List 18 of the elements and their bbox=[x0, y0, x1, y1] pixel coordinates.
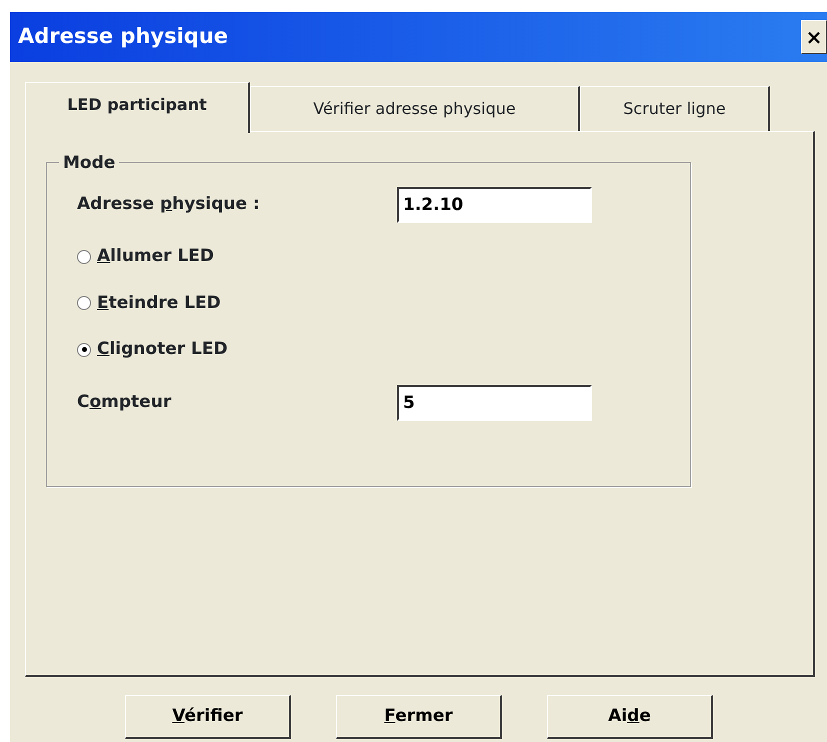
radio-label[interactable]: Allumer LED bbox=[97, 244, 214, 270]
radio-label[interactable]: Eteindre LED bbox=[97, 290, 221, 316]
dialog-button[interactable]: Vérifier bbox=[125, 695, 291, 739]
field-label: Compteur bbox=[77, 390, 172, 414]
radio-label[interactable]: Clignoter LED bbox=[97, 337, 228, 362]
dialog-button[interactable]: Fermer bbox=[336, 695, 502, 739]
window-title: Adresse physique bbox=[18, 23, 228, 50]
input-field[interactable]: 5 bbox=[397, 384, 592, 420]
tab[interactable]: LED participant bbox=[25, 82, 250, 133]
field-label: Adresse physique : bbox=[77, 193, 261, 216]
tab[interactable]: Vérifier adresse physique bbox=[250, 86, 580, 131]
radio-button[interactable] bbox=[77, 250, 91, 264]
input-field[interactable]: 1.2.10 bbox=[397, 187, 592, 223]
radio-button[interactable] bbox=[77, 296, 91, 310]
dialog-button[interactable]: Aide bbox=[547, 695, 713, 739]
tab[interactable]: Scruter ligne bbox=[580, 86, 770, 131]
radio-button[interactable] bbox=[77, 342, 91, 357]
close-button[interactable]: × bbox=[801, 20, 827, 54]
